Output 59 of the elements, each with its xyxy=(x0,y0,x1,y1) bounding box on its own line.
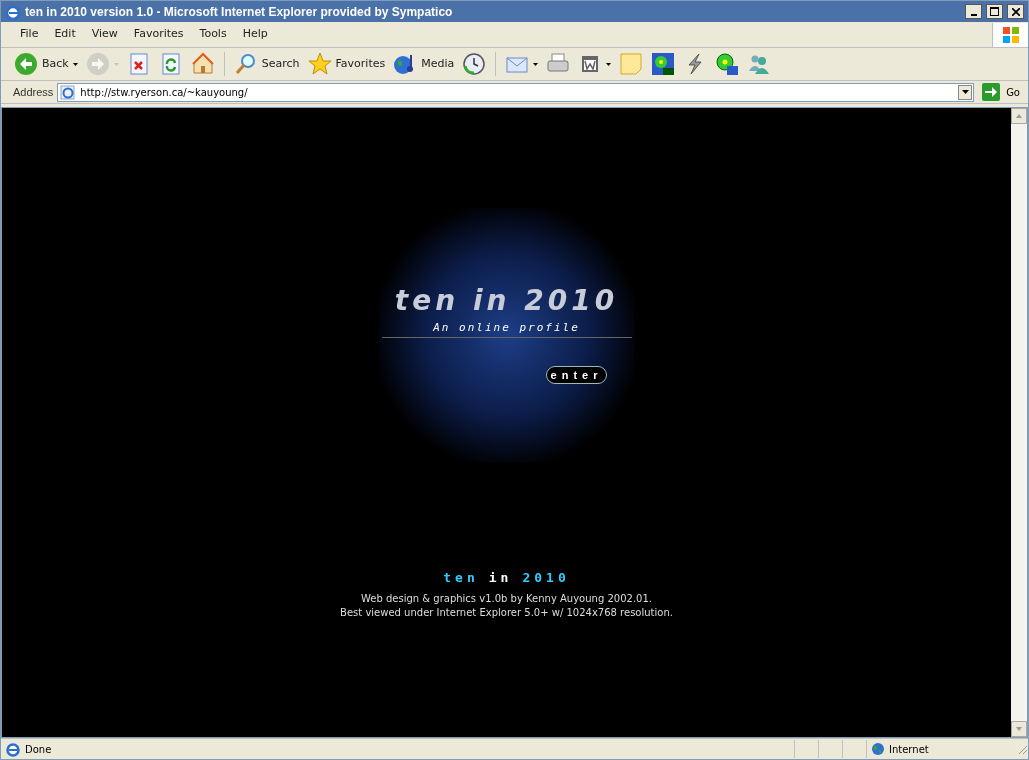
arrow-right-icon xyxy=(982,83,1001,101)
toolbar-button[interactable]: Media xyxy=(392,50,456,78)
status-text: Done xyxy=(25,742,53,757)
caret-icon xyxy=(72,62,78,66)
flower-icon xyxy=(651,52,676,76)
credit-line: Web design & graphics v1.0b by Kenny Auyoung 2002.01. xyxy=(361,591,652,606)
resize-grip-icon[interactable] xyxy=(1016,743,1028,755)
toolbar-icon-button[interactable] xyxy=(650,50,677,78)
minimize-button[interactable] xyxy=(965,4,982,19)
minimize-icon xyxy=(970,14,977,16)
splash-title: ten in 2010 xyxy=(394,283,619,319)
dropdown-button[interactable] xyxy=(958,84,973,100)
address-text: http://stw.ryerson.ca/~kauyoung/ xyxy=(80,85,249,100)
caret-icon xyxy=(113,62,119,66)
arrow-left-icon xyxy=(14,52,38,76)
star-icon xyxy=(307,52,332,76)
toolbar-icon-button[interactable] xyxy=(461,50,488,78)
search-icon xyxy=(233,52,258,76)
page-icon xyxy=(60,84,77,100)
footer-title-word: in xyxy=(488,569,513,587)
caret-icon xyxy=(606,62,612,66)
menu-item[interactable]: Tools xyxy=(192,26,234,43)
maximize-icon xyxy=(990,7,999,16)
credit-line: Best viewed under Internet Explorer 5.0+ w/ 1024x768 resolution. xyxy=(340,605,673,620)
page-icon xyxy=(5,741,21,757)
flag-logo-icon xyxy=(1001,25,1020,44)
splash-subtitle: An online profile xyxy=(381,320,632,338)
toolbar-button[interactable]: Favorites xyxy=(306,50,387,78)
caret-icon xyxy=(533,62,539,66)
sticky-note-icon xyxy=(619,52,644,76)
toolbar-button[interactable]: Search xyxy=(232,50,301,78)
scroll-up-icon[interactable] xyxy=(1011,108,1027,124)
footer-title-word: 2010 xyxy=(522,569,570,587)
caret-icon xyxy=(961,90,969,94)
flower-icon xyxy=(715,52,740,76)
clock-icon xyxy=(462,52,487,76)
maximize-button[interactable] xyxy=(986,4,1003,19)
footer-title-word: ten xyxy=(443,569,479,587)
house-icon xyxy=(190,52,215,76)
menu-item[interactable]: Help xyxy=(235,26,275,43)
close-button[interactable] xyxy=(1007,4,1024,19)
zone-text: Internet xyxy=(889,742,929,757)
toolbar-icon-button[interactable] xyxy=(714,50,741,78)
globe-icon xyxy=(871,742,885,756)
address-field[interactable]: http://stw.ryerson.ca/~kauyoung/ xyxy=(57,82,975,102)
vertical-scrollbar[interactable] xyxy=(1011,108,1027,737)
close-icon xyxy=(1011,7,1020,16)
browser-icon xyxy=(5,3,21,20)
arrow-right-icon xyxy=(85,52,110,76)
menu-item[interactable]: View xyxy=(84,26,125,43)
enter-button[interactable]: enter xyxy=(545,365,608,384)
menu-item[interactable]: File xyxy=(13,26,46,43)
menu-item[interactable]: Edit xyxy=(47,26,83,43)
scroll-down-icon[interactable] xyxy=(1011,721,1027,737)
window-title: ten in 2010 version 1.0 - Microsoft Internet Explorer provided by Sympatico xyxy=(25,3,454,21)
go-button[interactable]: Go xyxy=(978,83,1024,101)
address-label: Address xyxy=(13,84,54,100)
menu-item[interactable]: Favorites xyxy=(126,26,191,43)
toolbar-button[interactable]: Back xyxy=(13,50,79,78)
